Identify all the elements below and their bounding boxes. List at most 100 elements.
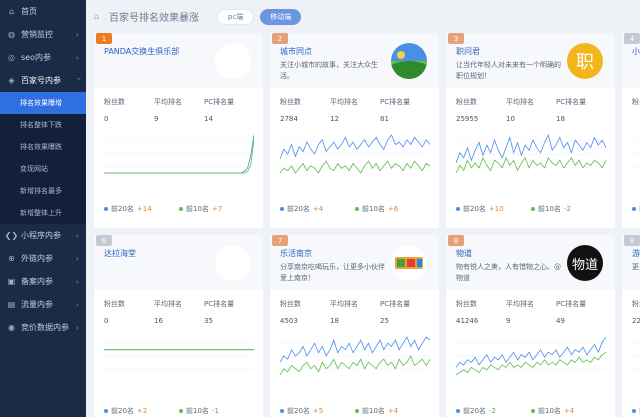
avg-rank-value: 18 <box>330 317 339 325</box>
account-card[interactable]: 2 城市同点 关注小城市的故事，关注大众生活。 粉丝数 2784 平均排名 12 P… <box>270 33 439 228</box>
stats-row: 粉丝数 25955 平均排名 10 PC排名量 18 <box>456 97 606 123</box>
chart-legend: 前20名 +14 前10名 +7 <box>104 204 254 214</box>
submenu-item[interactable]: 新增排名最多 <box>0 180 86 202</box>
fans-value: 4503 <box>280 317 298 325</box>
pc-rank-value: 35 <box>204 317 213 325</box>
fans-label: 粉丝数 <box>456 300 477 308</box>
nav-item-label: 小程序内参 <box>21 231 61 240</box>
top20-dot <box>104 207 108 211</box>
top20-label: 前20名 <box>111 407 134 415</box>
account-name[interactable]: PANDA交换生俱乐部 <box>104 46 179 57</box>
fans-label: 粉丝数 <box>632 300 640 308</box>
account-card[interactable]: 8 物道 物有悦人之美，人有惜物之心。@物道 物道 粉丝数 41246 平均排名 9… <box>446 235 615 417</box>
account-description: 分享南京吃喝玩乐，让更多小伙伴爱上南京！ <box>280 263 385 282</box>
rank-badge: 4 <box>624 33 640 44</box>
top10-label: 前10名 <box>538 407 561 415</box>
account-name[interactable]: 达拉海堂 <box>104 248 136 259</box>
stats-row: 粉丝数224 平均排名 PC排名量 <box>632 299 640 325</box>
account-card[interactable]: 6 达拉海堂 粉丝数 0 平均排名 16 PC排名量 35 前20名 +2 前10名 -1 <box>94 235 263 417</box>
top10-dot <box>179 409 183 413</box>
account-name[interactable]: 游戏 <box>632 248 640 259</box>
series-top20-line <box>280 134 430 159</box>
account-name[interactable]: 小说 <box>632 46 640 57</box>
svg-text:职: 职 <box>576 52 594 73</box>
submenu-item[interactable]: 排名整体下跌 <box>0 114 86 136</box>
nav-item-traffic[interactable]: ▤ 流量内参 › <box>0 293 86 316</box>
top20-dot <box>632 409 636 413</box>
account-card[interactable]: 9 游戏 更多情报 粉丝数224 平均排名 PC排名量 前20名 前10名 <box>622 235 640 417</box>
avg-rank-label: 平均排名 <box>506 98 534 106</box>
avatar <box>391 43 427 79</box>
account-card[interactable]: 3 职问君 让当代年轻人对未来有一个明确的职位规划！ 职 粉丝数 25955 平均… <box>446 33 615 228</box>
top10-dot <box>531 207 535 211</box>
tab-pc[interactable]: pc端 <box>217 8 255 25</box>
tab-mobile[interactable]: 移动端 <box>260 8 302 25</box>
avatar: 职 <box>567 43 603 79</box>
pc-rank-label: PC排名量 <box>380 98 411 106</box>
nav-item-baijia[interactable]: ◈ 百家号内参 ⌃ <box>0 69 86 92</box>
rank-badge: 8 <box>448 235 464 246</box>
chart-legend: 前20名 +4 前10名 +6 <box>280 204 430 214</box>
home-icon[interactable]: ⌂ <box>94 12 103 21</box>
submenu-item[interactable]: 变现网站 <box>0 158 86 180</box>
top10-label: 前10名 <box>186 205 209 213</box>
trend-chart <box>104 342 254 370</box>
nav-item-label: 营销监控 <box>21 30 53 39</box>
account-name[interactable]: 乐活南京 <box>280 248 312 259</box>
nav-item-label: 外链内参 <box>21 254 53 263</box>
submenu-item[interactable]: 排名效果曝增 <box>0 92 86 114</box>
baijia-icon: ◈ <box>8 76 15 85</box>
nav-item-home[interactable]: ⌂ 首页 <box>0 0 86 23</box>
account-card[interactable]: 7 乐活南京 分享南京吃喝玩乐，让更多小伙伴爱上南京！ 粉丝数 4503 平均排名… <box>270 235 439 417</box>
top20-delta: +10 <box>488 205 504 213</box>
account-card[interactable]: 1 PANDA交换生俱乐部 粉丝数 0 平均排名 9 PC排名量 14 前20名 +14… <box>94 33 263 228</box>
top20-delta: +4 <box>312 205 324 213</box>
top10-delta: -1 <box>211 407 219 415</box>
account-name[interactable]: 城市同点 <box>280 46 312 57</box>
top10-dot <box>179 207 183 211</box>
trend-chart <box>632 342 640 370</box>
nav-item-label: 百家号内参 <box>21 76 61 85</box>
nav-item-link[interactable]: ⊕ 外链内参 › <box>0 247 86 270</box>
fans-label: 粉丝数 <box>280 98 301 106</box>
top20-label: 前20名 <box>287 407 310 415</box>
pc-rank-value: 14 <box>204 115 213 123</box>
avg-rank-value: 16 <box>154 317 163 325</box>
top10-delta: +4 <box>563 407 575 415</box>
nav-item-miniapp[interactable]: ❮❯ 小程序内参 › <box>0 224 86 247</box>
fans-label: 粉丝数 <box>632 98 640 106</box>
avg-rank-label: 平均排名 <box>506 300 534 308</box>
fans-label: 粉丝数 <box>456 98 477 106</box>
nav-item-record[interactable]: ▣ 备案内参 › <box>0 270 86 293</box>
fans-value: 0 <box>104 317 109 325</box>
submenu-item[interactable]: 新增整体上升 <box>0 202 86 224</box>
svg-text:物道: 物道 <box>572 258 598 273</box>
top10-label: 前10名 <box>362 407 385 415</box>
account-card[interactable]: 4 小说 粉丝数 平均排名 PC排名量 前20名 前10名 <box>622 33 640 228</box>
top10-label: 前10名 <box>186 407 209 415</box>
chart-legend: 前20名 -2 前10名 +4 <box>456 406 606 416</box>
account-name[interactable]: 物道 <box>456 248 472 259</box>
top20-label: 前20名 <box>463 205 486 213</box>
submenu-baijia: 排名效果曝增 排名整体下跌 排名效果曝跌 变现网站 新增排名最多 新增整体上升 <box>0 92 86 224</box>
record-icon: ▣ <box>7 277 16 286</box>
stats-row: 粉丝数 0 平均排名 16 PC排名量 35 <box>104 299 254 325</box>
stats-row: 粉丝数 平均排名 PC排名量 <box>632 97 640 115</box>
pc-rank-label: PC排名量 <box>556 300 587 308</box>
traffic-icon: ▤ <box>7 300 16 309</box>
submenu-item[interactable]: 排名效果曝跌 <box>0 136 86 158</box>
account-name[interactable]: 职问君 <box>456 46 480 57</box>
top10-dot <box>355 409 359 413</box>
chart-legend: 前20名 前10名 <box>632 204 640 214</box>
nav-item-label: 流量内参 <box>21 300 53 309</box>
nav-item-bidding[interactable]: ◉ 竞价数据内参 › <box>0 316 86 339</box>
pc-rank-value: 49 <box>556 317 565 325</box>
nav-item-monitor[interactable]: ◍ 营销监控 › <box>0 23 86 46</box>
nav-item-seo[interactable]: ◎ seo内参 › <box>0 46 86 69</box>
account-description: 关注小城市的故事，关注大众生活。 <box>280 61 378 80</box>
rank-badge: 9 <box>624 235 640 246</box>
top10-dot <box>531 409 535 413</box>
stats-row: 粉丝数 0 平均排名 9 PC排名量 14 <box>104 97 254 123</box>
trend-chart <box>104 134 254 174</box>
top10-delta: -2 <box>563 205 571 213</box>
